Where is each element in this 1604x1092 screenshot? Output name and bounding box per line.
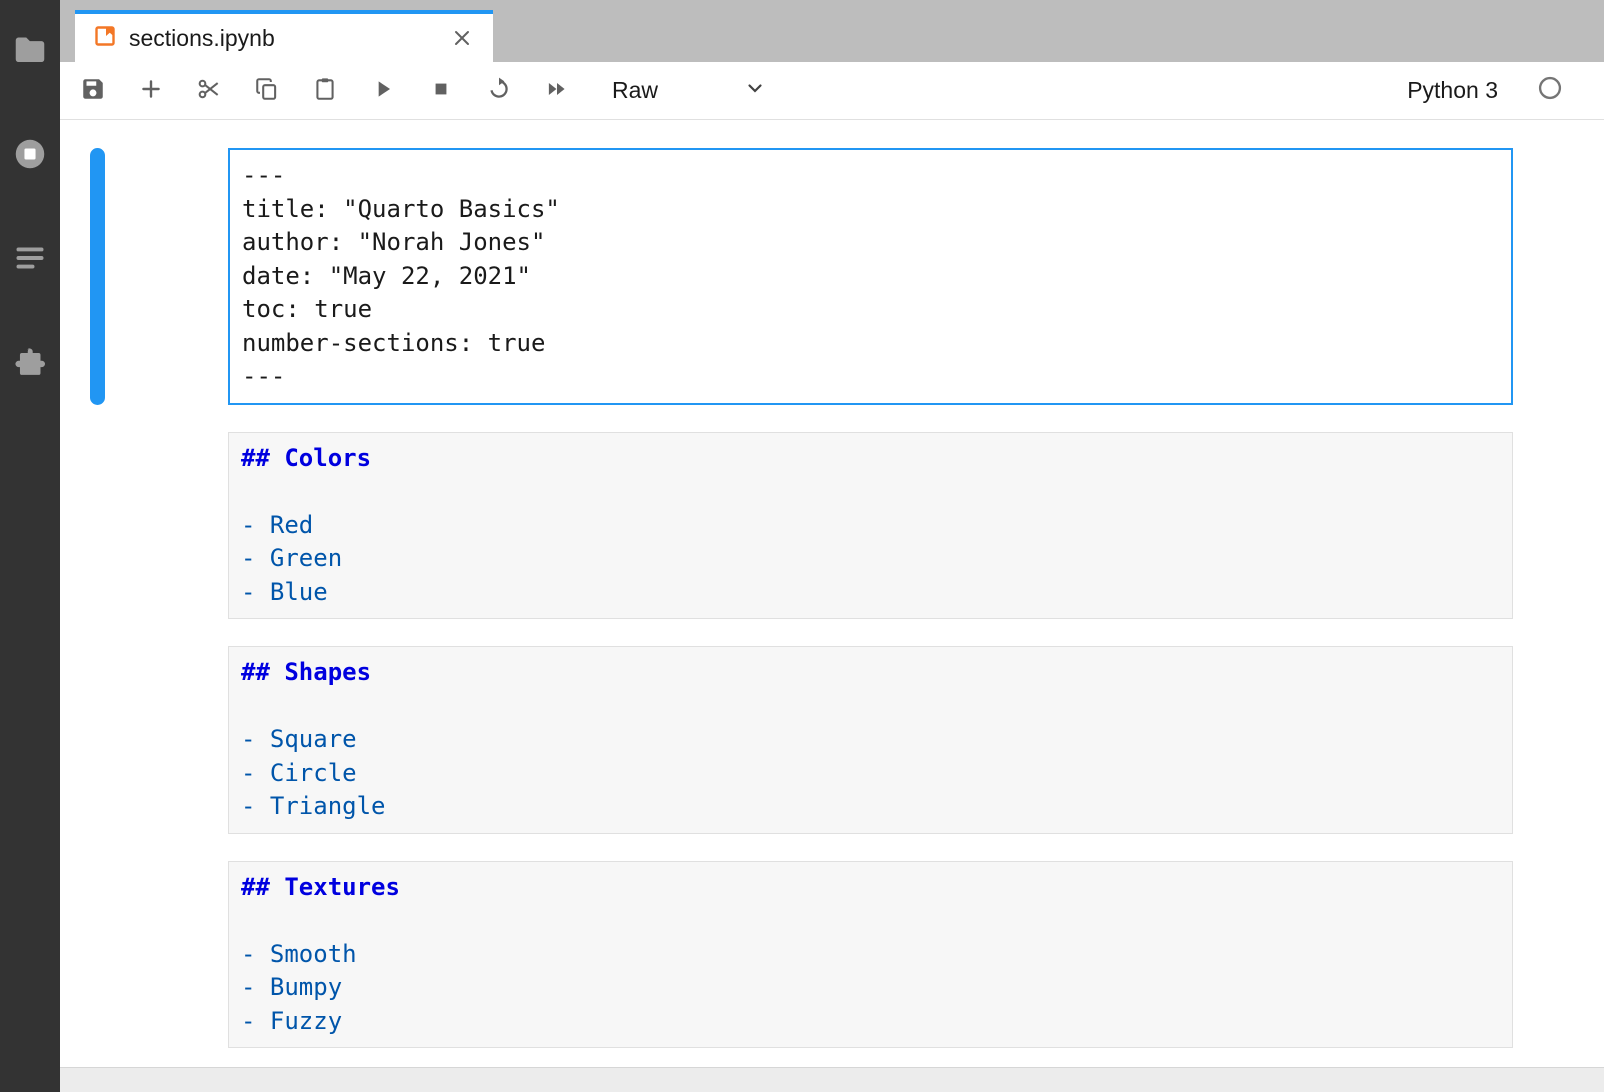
cell-row: ## Colors - Red - Green - Blue	[60, 432, 1604, 620]
save-icon	[80, 76, 106, 105]
markdown-cell-textures[interactable]: ## Textures - Smooth - Bumpy - Fuzzy	[228, 861, 1513, 1049]
insert-cell-button[interactable]	[132, 72, 170, 110]
md-list-line: - Bumpy	[241, 971, 1500, 1005]
cell-row: ## Textures - Smooth - Bumpy - Fuzzy	[60, 861, 1604, 1049]
cell-collapser[interactable]	[90, 432, 105, 620]
interrupt-kernel-button[interactable]	[422, 72, 460, 110]
markdown-cell-colors[interactable]: ## Colors - Red - Green - Blue	[228, 432, 1513, 620]
clipboard-icon	[312, 76, 338, 105]
kernel-status-icon[interactable]	[1536, 74, 1564, 107]
md-header-line: ## Shapes	[241, 656, 1500, 690]
kernel-name[interactable]: Python 3	[1407, 77, 1498, 104]
fast-forward-icon	[544, 76, 570, 105]
stop-icon	[428, 76, 454, 105]
code-line: ---	[242, 159, 1499, 193]
code-line: date: "May 22, 2021"	[242, 260, 1499, 294]
cell-collapser[interactable]	[90, 861, 105, 1049]
chevron-down-icon	[743, 76, 767, 106]
code-line: number-sections: true	[242, 327, 1499, 361]
md-list-line: - Square	[241, 723, 1500, 757]
restart-icon	[486, 76, 512, 105]
notebook-toolbar: Raw Python 3	[60, 62, 1604, 120]
folder-icon	[12, 32, 48, 71]
table-of-contents-tab[interactable]	[11, 240, 49, 278]
blank-line	[241, 904, 1500, 938]
code-line: toc: true	[242, 293, 1499, 327]
dock-tab-bar: sections.ipynb	[60, 0, 1604, 62]
scissors-icon	[196, 76, 222, 105]
cell-type-dropdown[interactable]: Raw	[612, 76, 767, 106]
blank-line	[241, 690, 1500, 724]
markdown-cell-shapes[interactable]: ## Shapes - Square - Circle - Triangle	[228, 646, 1513, 834]
md-header-line: ## Textures	[241, 871, 1500, 905]
play-icon	[370, 76, 396, 105]
save-button[interactable]	[74, 72, 112, 110]
close-icon[interactable]	[447, 23, 477, 53]
cell-row: ## Shapes - Square - Circle - Triangle	[60, 646, 1604, 834]
extensions-icon	[12, 344, 48, 383]
md-list-line: - Circle	[241, 757, 1500, 791]
code-line: ---	[242, 360, 1499, 394]
cut-cells-button[interactable]	[190, 72, 228, 110]
md-list-line: - Fuzzy	[241, 1005, 1500, 1039]
md-list-line: - Green	[241, 542, 1500, 576]
plus-icon	[138, 76, 164, 105]
code-line: title: "Quarto Basics"	[242, 193, 1499, 227]
md-list-line: - Smooth	[241, 938, 1500, 972]
code-line: author: "Norah Jones"	[242, 226, 1499, 260]
md-list-line: - Triangle	[241, 790, 1500, 824]
running-kernels-tab[interactable]	[11, 136, 49, 174]
copy-icon	[254, 76, 280, 105]
extensions-tab[interactable]	[11, 344, 49, 382]
cell-collapser[interactable]	[90, 646, 105, 834]
notebook-area: --- title: "Quarto Basics" author: "Nora…	[60, 120, 1604, 1067]
table-of-contents-icon	[12, 240, 48, 279]
blank-line	[241, 475, 1500, 509]
cell-type-value: Raw	[612, 77, 658, 104]
md-list-line: - Blue	[241, 576, 1500, 610]
cell-row: --- title: "Quarto Basics" author: "Nora…	[60, 148, 1604, 405]
restart-kernel-button[interactable]	[480, 72, 518, 110]
cell-collapser[interactable]	[90, 148, 105, 405]
file-browser-tab[interactable]	[11, 32, 49, 70]
run-cell-button[interactable]	[364, 72, 402, 110]
raw-cell-frontmatter[interactable]: --- title: "Quarto Basics" author: "Nora…	[228, 148, 1513, 405]
restart-run-all-button[interactable]	[538, 72, 576, 110]
tab-title: sections.ipynb	[129, 25, 435, 52]
md-list-line: - Red	[241, 509, 1500, 543]
status-bar	[60, 1067, 1604, 1092]
paste-cells-button[interactable]	[306, 72, 344, 110]
md-header-line: ## Colors	[241, 442, 1500, 476]
activity-sidebar	[0, 0, 60, 1092]
notebook-icon	[93, 24, 117, 53]
copy-cells-button[interactable]	[248, 72, 286, 110]
tab-sections-ipynb[interactable]: sections.ipynb	[75, 10, 493, 62]
running-kernels-icon	[12, 136, 48, 175]
jupyterlab-window: sections.ipynb	[0, 0, 1604, 1092]
